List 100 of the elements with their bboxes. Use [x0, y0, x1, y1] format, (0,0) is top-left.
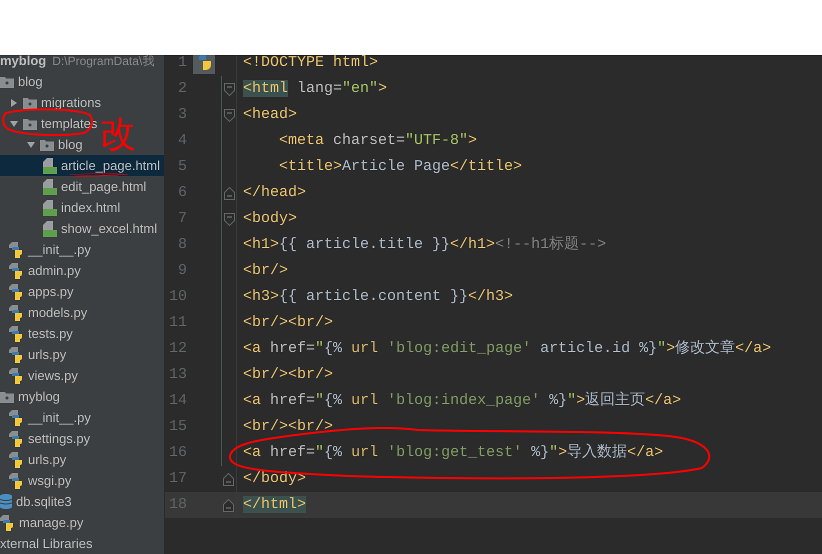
code-line: <html lang="en">	[243, 78, 388, 99]
line-number: 3	[176, 104, 187, 125]
line-number: 2	[176, 78, 187, 99]
python-file-icon	[9, 346, 24, 362]
project-name: myblog	[0, 55, 46, 70]
expand-arrow-icon[interactable]	[9, 120, 19, 128]
code-line: <br/><br/>	[243, 416, 334, 437]
expand-arrow-icon[interactable]	[26, 140, 36, 148]
tree-item[interactable]: apps.py	[0, 281, 74, 302]
tree-item[interactable]: manage.py	[0, 512, 84, 533]
line-number: 9	[176, 260, 187, 281]
python-file-icon	[9, 242, 24, 258]
line-number: 12	[168, 338, 187, 359]
python-file-icon	[9, 326, 24, 342]
folder-icon	[23, 118, 37, 130]
code-line: <body>	[243, 208, 298, 229]
tree-item-label: myblog	[18, 389, 60, 404]
tree-item-label: models.py	[28, 305, 88, 320]
tree-item-label: db.sqlite3	[16, 494, 72, 509]
tree-item-label: wsgi.py	[28, 473, 72, 488]
tree-item-label: index.html	[61, 200, 120, 215]
html-file-icon	[43, 200, 57, 216]
code-line: <br/>	[243, 260, 288, 281]
tree-item-label: urls.py	[28, 452, 66, 467]
collapse-arrow-icon[interactable]	[9, 98, 19, 106]
fold-marker-icon[interactable]	[223, 498, 234, 512]
fold-marker-icon[interactable]	[224, 108, 234, 122]
tree-item[interactable]: blog	[0, 134, 83, 155]
fold-marker-icon[interactable]	[224, 186, 234, 200]
code-line: </body>	[243, 468, 306, 489]
tree-item[interactable]: __init__.py	[0, 239, 91, 260]
python-file-icon	[0, 514, 15, 530]
handwritten-note: 改	[100, 117, 136, 153]
code-line: <head>	[243, 104, 298, 125]
line-number: 13	[168, 364, 187, 385]
tree-item[interactable]: myblog	[0, 386, 60, 407]
folder-icon	[23, 96, 37, 108]
line-number: 16	[168, 442, 187, 463]
tree-item-label: views.py	[28, 368, 78, 383]
tree-item[interactable]: db.sqlite3	[0, 491, 72, 512]
tree-item[interactable]: index.html	[0, 197, 120, 218]
folder-icon	[40, 138, 54, 150]
line-number: 5	[176, 156, 187, 177]
tree-item[interactable]: tests.py	[0, 323, 73, 344]
python-file-icon	[9, 410, 24, 426]
fold-marker-icon[interactable]	[224, 212, 234, 226]
tree-item[interactable]: views.py	[0, 365, 78, 386]
code-line: <a href="{% url 'blog:index_page' %}">返回主页</a>	[243, 390, 682, 411]
code-line: </head>	[243, 182, 306, 203]
tree-item[interactable]: settings.py	[0, 428, 90, 449]
tree-item[interactable]: xternal Libraries	[0, 533, 92, 554]
tree-item-label: __init__.py	[28, 410, 91, 425]
line-number: 10	[168, 286, 187, 307]
line-number: 6	[176, 182, 187, 203]
tree-item-label: blog	[18, 74, 43, 89]
html-file-icon	[43, 178, 57, 194]
line-number: 17	[168, 468, 187, 489]
code-line: <!DOCTYPE html>	[243, 55, 378, 73]
code-line: <h1>{{ article.title }}</h1><!--h1标题-->	[243, 234, 606, 255]
tree-item[interactable]: article_page.html	[0, 155, 164, 176]
python-file-icon	[9, 284, 24, 300]
tree-item-label: settings.py	[28, 431, 90, 446]
fold-marker-icon[interactable]	[224, 82, 234, 96]
line-number: 15	[168, 416, 187, 437]
tree-item-label: __init__.py	[28, 242, 91, 257]
tree-item-label: manage.py	[19, 515, 84, 530]
code-line: <a href="{% url 'blog:edit_page' article.id %}">修改文章</a>	[243, 338, 772, 359]
tree-item[interactable]: migrations	[0, 92, 101, 113]
tree-item-label: blog	[58, 137, 83, 152]
code-line: <a href="{% url 'blog:get_test' %}">导入数据</a>	[243, 442, 664, 463]
python-file-icon	[9, 430, 24, 446]
tree-item[interactable]: show_excel.html	[0, 218, 158, 239]
tree-item[interactable]: blog	[0, 71, 43, 92]
tree-item[interactable]: urls.py	[0, 449, 66, 470]
fold-marker-icon[interactable]	[223, 472, 234, 486]
tree-item-label: edit_page.html	[61, 179, 146, 194]
python-file-icon	[9, 472, 24, 488]
tree-item[interactable]: models.py	[0, 302, 88, 323]
tree-item-label: article_page.html	[61, 158, 160, 173]
python-file-icon	[9, 262, 24, 278]
html-file-icon	[43, 220, 57, 236]
code-line: <br/><br/>	[243, 312, 334, 333]
python-icon	[193, 55, 215, 74]
tree-item[interactable]: admin.py	[0, 260, 81, 281]
tree-item[interactable]: __init__.py	[0, 407, 91, 428]
python-file-icon	[9, 452, 24, 468]
line-number: 8	[176, 234, 187, 255]
python-file-icon	[9, 368, 24, 384]
tree-item[interactable]: urls.py	[0, 344, 66, 365]
tree-item[interactable]: wsgi.py	[0, 470, 72, 491]
line-number: 7	[176, 208, 187, 229]
tree-item-label: show_excel.html	[61, 221, 158, 236]
tree-item-label: migrations	[41, 95, 101, 110]
line-number: 14	[168, 390, 187, 411]
tree-item[interactable]: edit_page.html	[0, 176, 146, 197]
tree-item-label: apps.py	[28, 284, 74, 299]
tree-item-label: admin.py	[28, 263, 81, 278]
code-line: <meta charset="UTF-8">	[279, 130, 478, 151]
tree-item-label: tests.py	[28, 326, 73, 341]
python-file-icon	[9, 304, 24, 320]
